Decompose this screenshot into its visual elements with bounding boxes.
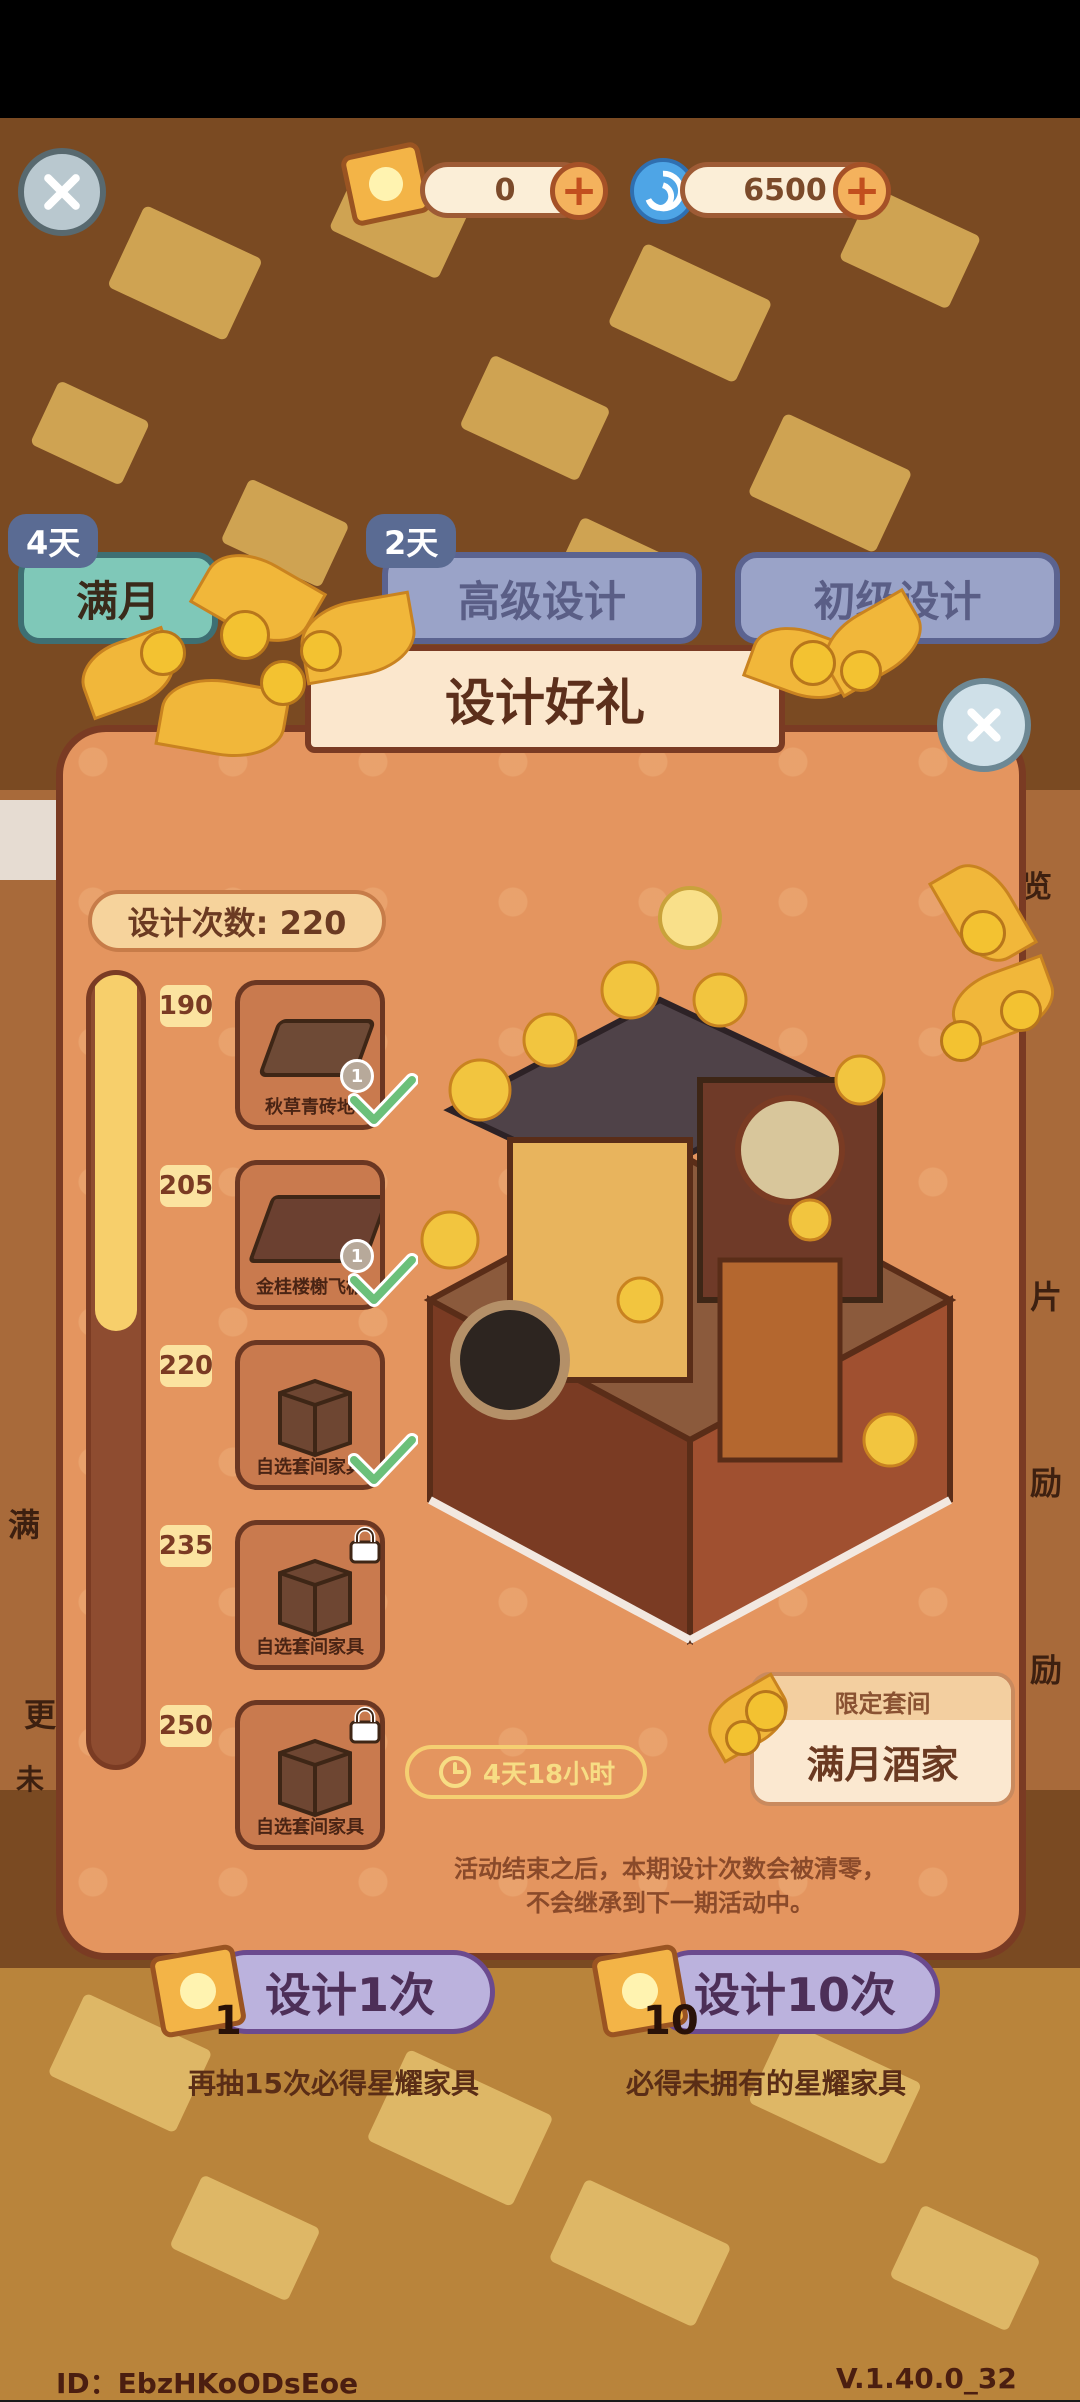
milestone-threshold: 235 [159,1525,213,1567]
side-fragment-left: 更 [24,1696,57,1734]
add-gem-button[interactable]: + [833,162,891,220]
underlay-strip [0,800,60,880]
side-fragment-left: 满 [8,1506,41,1544]
tab-label: 高级设计 [457,576,626,626]
reset-notice: 活动结束之后，本期设计次数会被清零， 不会继承到下一期活动中。 [380,1852,960,1920]
close-icon [44,174,80,210]
modal-close-button[interactable] [937,678,1031,772]
event-timer: 4天18小时 [405,1745,647,1799]
bg-shard [607,242,773,384]
osmanthus-decoration [696,1660,815,1770]
design-ten-label: 设计10次 [693,1968,896,2022]
milestone-threshold: 220 [159,1345,213,1387]
clock-icon [438,1756,471,1788]
timer-text: 4天18小时 [482,1759,616,1790]
design-once-cost: 1 [214,1998,242,2044]
user-id: ID：EbzHKoODsEoe [56,2367,359,2400]
add-ticket-button[interactable]: + [550,162,608,220]
moon-tavern-illustration [420,886,957,1646]
design-once-button[interactable]: 设计1次 [205,1950,495,2034]
osmanthus-decoration [920,850,1080,1100]
box-icon [278,1378,352,1458]
milestone-threshold: 205 [159,1165,213,1207]
progress-fill [95,975,137,1331]
progress-track [86,970,146,1770]
bg-shard [747,412,913,554]
osmanthus-decoration [740,587,940,740]
close-icon [967,708,1001,742]
bg-shard [29,380,151,486]
notice-line: 活动结束之后，本期设计次数会被清零， [454,1855,886,1883]
reward-label: 自选套间家具 [256,1637,364,1658]
design-count: 设计次数: 220 [88,890,386,952]
bg-shard [107,204,263,342]
milestone-threshold: 250 [159,1705,213,1747]
design-ten-caption: 必得未拥有的星耀家具 [626,2067,907,2100]
bg-shard [459,354,611,482]
side-fragment-right: 片 [1030,1278,1063,1316]
exit-button[interactable] [18,148,106,236]
design-once-label: 设计1次 [264,1968,435,2022]
design-once-caption: 再抽15次必得星耀家具 [188,2067,479,2100]
side-fragment-right: 励 [1030,1651,1063,1689]
notice-line: 不会继承到下一期活动中。 [526,1889,814,1917]
reward-label: 自选套间家具 [256,1817,364,1838]
status-bar [0,0,1080,118]
app-version: V.1.40.0_32 [836,2362,1017,2395]
osmanthus-decoration [40,520,422,767]
lock-icon [349,1526,381,1564]
side-fragment-right: 励 [1030,1464,1063,1502]
side-fragment-left: 未 [16,1763,45,1796]
milestone-threshold: 190 [159,985,213,1027]
lock-icon [349,1706,381,1744]
design-ten-cost: 10 [643,1998,699,2044]
